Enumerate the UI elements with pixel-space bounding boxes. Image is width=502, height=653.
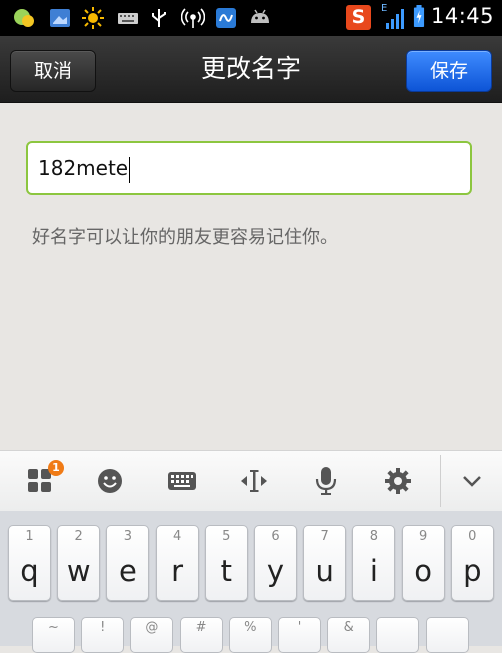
- key-t[interactable]: 5t: [204, 525, 248, 601]
- key-p[interactable]: 0p: [450, 525, 494, 601]
- key-row2-0[interactable]: ~: [32, 617, 75, 653]
- sogou-input-icon: S: [346, 5, 371, 30]
- weather-sun-icon: [82, 7, 104, 29]
- key-symbol-hint: &: [343, 620, 354, 635]
- hotspot-icon: [181, 8, 205, 28]
- notification-app-icon: [14, 9, 34, 27]
- key-symbol-hint: ~: [48, 620, 59, 635]
- name-input-value: 182mete: [38, 156, 129, 180]
- key-number-hint: 4: [172, 529, 182, 544]
- status-bar: S E 14:45: [0, 0, 502, 36]
- cancel-button[interactable]: 取消: [10, 50, 96, 92]
- key-symbol-hint: %: [244, 620, 257, 635]
- key-symbol-hint: ': [297, 620, 302, 635]
- key-letter: r: [171, 554, 184, 588]
- save-button[interactable]: 保存: [406, 50, 492, 92]
- key-symbol-hint: #: [195, 620, 207, 635]
- key-row2-2[interactable]: @: [130, 617, 174, 653]
- edit-name-panel: 182mete 好名字可以让你的朋友更容易记住你。: [0, 103, 502, 450]
- settings-icon[interactable]: [380, 463, 416, 499]
- key-w[interactable]: 2w: [57, 525, 101, 601]
- key-number-hint: 2: [74, 529, 83, 544]
- key-row2-3[interactable]: #: [179, 617, 223, 653]
- signal-icon: [386, 9, 404, 29]
- clock: 14:45: [430, 4, 494, 28]
- key-symbol-hint: @: [145, 620, 159, 635]
- key-number-hint: 3: [123, 529, 133, 544]
- emoji-icon[interactable]: [92, 463, 128, 499]
- key-row2-1[interactable]: !: [81, 617, 125, 653]
- key-letter: t: [220, 554, 232, 588]
- key-row2-8[interactable]: [425, 617, 469, 653]
- key-letter: e: [118, 554, 137, 588]
- key-number-hint: 0: [468, 529, 477, 544]
- key-u[interactable]: 7u: [303, 525, 347, 601]
- key-e[interactable]: 3e: [106, 525, 150, 601]
- microphone-icon[interactable]: [308, 463, 344, 499]
- text-cursor: [129, 156, 131, 183]
- android-icon: [251, 9, 269, 23]
- key-row2-7[interactable]: [376, 617, 420, 653]
- usb-icon: [152, 9, 166, 27]
- cursor-move-icon[interactable]: [236, 463, 272, 499]
- battery-charging-icon: [413, 5, 425, 27]
- notification-badge: 1: [48, 460, 64, 476]
- key-number-hint: 1: [25, 529, 34, 544]
- key-o[interactable]: 9o: [401, 525, 445, 601]
- key-y[interactable]: 6y: [254, 525, 297, 601]
- key-letter: y: [266, 554, 285, 588]
- key-r[interactable]: 4r: [155, 525, 199, 601]
- keyboard-icon[interactable]: [164, 463, 200, 499]
- keyboard-toolbar: [0, 450, 502, 512]
- key-number-hint: 6: [271, 529, 280, 544]
- keyboard-notification-icon: [118, 13, 138, 24]
- key-symbol-hint: !: [100, 620, 106, 635]
- app-update-icon: [216, 8, 236, 28]
- key-number-hint: 8: [369, 529, 379, 544]
- key-letter: o: [414, 554, 432, 588]
- toolbar-divider: [440, 455, 441, 507]
- key-row2-4[interactable]: %: [228, 617, 272, 653]
- collapse-icon[interactable]: [454, 463, 490, 499]
- key-row2-6[interactable]: &: [327, 617, 371, 653]
- name-input[interactable]: 182mete: [26, 141, 472, 195]
- key-letter: u: [315, 554, 334, 588]
- key-i[interactable]: 8i: [352, 525, 396, 601]
- key-number-hint: 5: [222, 529, 231, 544]
- key-letter: w: [66, 554, 91, 588]
- key-q[interactable]: 1q: [8, 525, 51, 601]
- key-letter: p: [463, 554, 482, 588]
- title-bar: 取消 更改名字 保存: [0, 36, 502, 103]
- key-letter: q: [20, 554, 39, 588]
- image-notification-icon: [50, 9, 70, 27]
- key-row2-5[interactable]: ': [278, 617, 321, 653]
- soft-keyboard: 1q2w3e4r5t6y7u8i9o0p ~! @ #% ' &: [0, 511, 502, 653]
- key-number-hint: 9: [418, 529, 428, 544]
- key-letter: i: [369, 554, 378, 588]
- hint-text: 好名字可以让你的朋友更容易记住你。: [32, 227, 338, 248]
- key-number-hint: 7: [320, 529, 329, 544]
